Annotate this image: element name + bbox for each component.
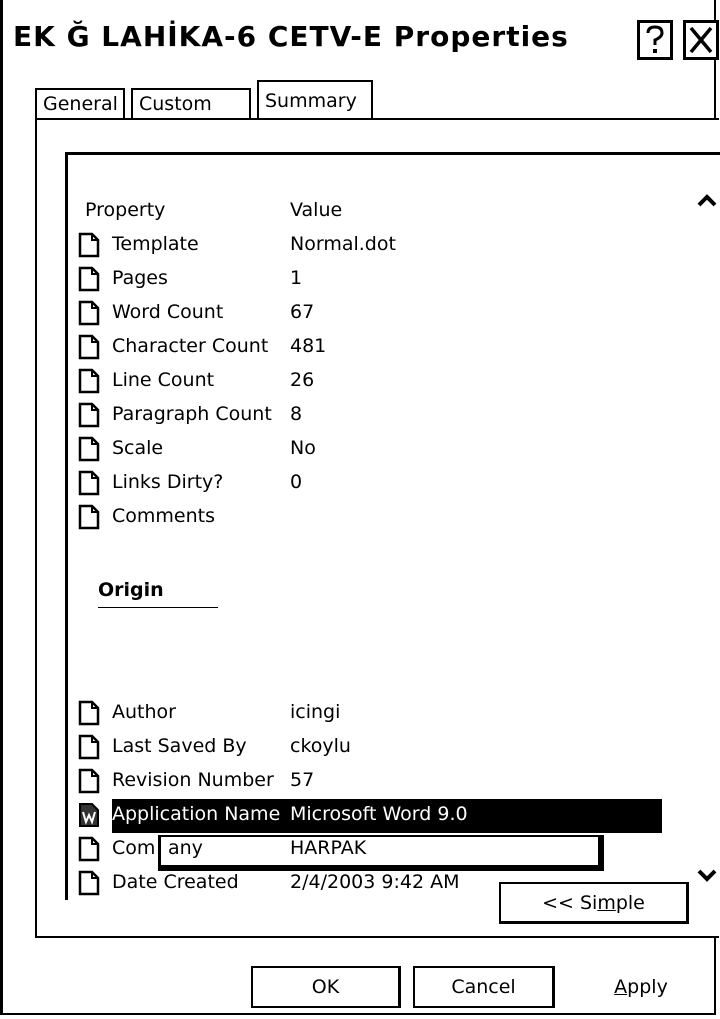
tab-custom[interactable]: Custom [131, 88, 251, 120]
property-name: Character Count [112, 335, 269, 357]
document-icon [78, 232, 100, 258]
document-icon [78, 700, 100, 726]
properties-dialog: EK Ğ LAHİKA-6 CETV-E Properties General … [0, 0, 720, 1015]
group-label-origin: Origin [98, 579, 164, 601]
document-icon [78, 334, 100, 360]
list-row[interactable]: Scale No [78, 433, 658, 467]
property-value: 26 [290, 369, 315, 391]
property-value: 2/4/2003 9:42 AM [290, 871, 460, 893]
help-icon [646, 25, 664, 53]
document-icon [78, 504, 100, 530]
property-name: Com [112, 837, 156, 859]
document-icon [78, 266, 100, 292]
simple-button[interactable]: << Si m ple [499, 882, 689, 924]
property-value: ckoylu [290, 735, 351, 757]
value-edit-box[interactable] [158, 835, 604, 871]
property-value: Normal.dot [290, 233, 396, 255]
ok-button[interactable]: OK [251, 966, 401, 1008]
property-value: 0 [290, 471, 303, 493]
property-name: Last Saved By [112, 735, 247, 757]
property-name: Template [112, 233, 199, 255]
chevron-down-icon[interactable] [696, 867, 718, 883]
list-row[interactable]: Last Saved By ckoylu [78, 731, 658, 765]
property-name: Pages [112, 267, 168, 289]
property-name: Application Name [112, 803, 281, 825]
list-row[interactable]: Revision Number 57 [78, 765, 658, 799]
close-button[interactable] [683, 20, 719, 60]
document-icon [78, 734, 100, 760]
list-row[interactable]: Character Count 481 [78, 331, 658, 365]
property-value: 481 [290, 335, 327, 357]
document-icon [78, 768, 100, 794]
list-row[interactable]: Word Count 67 [78, 297, 658, 331]
list-row[interactable]: Com any HARPAK [78, 833, 658, 871]
list-row[interactable]: Template Normal.dot [78, 229, 658, 263]
list-row[interactable]: Pages 1 [78, 263, 658, 297]
property-name-suffix: any [168, 837, 203, 859]
application-icon [79, 803, 99, 827]
list-row[interactable]: Author icingi [78, 697, 658, 731]
cancel-button[interactable]: Cancel [413, 966, 555, 1008]
summary-panel: Property Value Template Normal.dot Pages 1 W… [35, 118, 720, 938]
list-row[interactable]: Line Count 26 [78, 365, 658, 399]
property-name: Author [112, 701, 176, 723]
group-divider [98, 607, 218, 608]
apply-label-rest: pply [627, 976, 668, 998]
property-name: Line Count [112, 369, 215, 391]
title-bar: EK Ğ LAHİKA-6 CETV-E Properties [3, 0, 720, 74]
apply-label-mnemonic: A [614, 976, 628, 998]
property-value: 57 [290, 769, 315, 791]
document-icon [78, 402, 100, 428]
property-value: icingi [290, 701, 341, 723]
help-button[interactable] [637, 20, 673, 60]
property-name: Scale [112, 437, 164, 459]
property-name: Links Dirty? [112, 471, 224, 493]
property-value: HARPAK [290, 837, 367, 859]
document-icon [78, 836, 100, 862]
document-icon [78, 470, 100, 496]
tab-general[interactable]: General [35, 88, 125, 120]
apply-button[interactable]: Apply [571, 966, 711, 1008]
simple-label-prefix: << Si [542, 891, 598, 914]
list-row[interactable]: Application Name Microsoft Word 9.0 [78, 799, 662, 833]
document-icon [78, 870, 100, 896]
property-value: 8 [290, 403, 303, 425]
property-name: Date Created [112, 871, 239, 893]
property-list[interactable]: Property Value Template Normal.dot Pages 1 W… [65, 152, 720, 900]
list-row[interactable]: Links Dirty? 0 [78, 467, 658, 501]
document-icon [78, 368, 100, 394]
close-icon [689, 26, 713, 54]
simple-label-mnemonic: m [597, 891, 616, 914]
property-value: No [290, 437, 316, 459]
property-value: Microsoft Word 9.0 [290, 803, 468, 825]
tab-summary[interactable]: Summary [257, 80, 373, 122]
property-value: 1 [290, 267, 303, 289]
list-row[interactable]: Paragraph Count 8 [78, 399, 658, 433]
column-header-value[interactable]: Value [290, 199, 342, 221]
simple-label-suffix: ple [615, 891, 645, 914]
property-name: Word Count [112, 301, 224, 323]
property-value: 67 [290, 301, 315, 323]
property-name: Paragraph Count [112, 403, 272, 425]
chevron-up-icon[interactable] [696, 193, 718, 209]
list-row[interactable]: Comments [78, 501, 658, 535]
document-icon [78, 436, 100, 462]
property-name: Revision Number [112, 769, 274, 791]
column-header-property[interactable]: Property [85, 199, 165, 221]
window-title: EK Ğ LAHİKA-6 CETV-E Properties [13, 20, 569, 53]
property-name: Comments [112, 505, 215, 527]
document-icon [78, 300, 100, 326]
